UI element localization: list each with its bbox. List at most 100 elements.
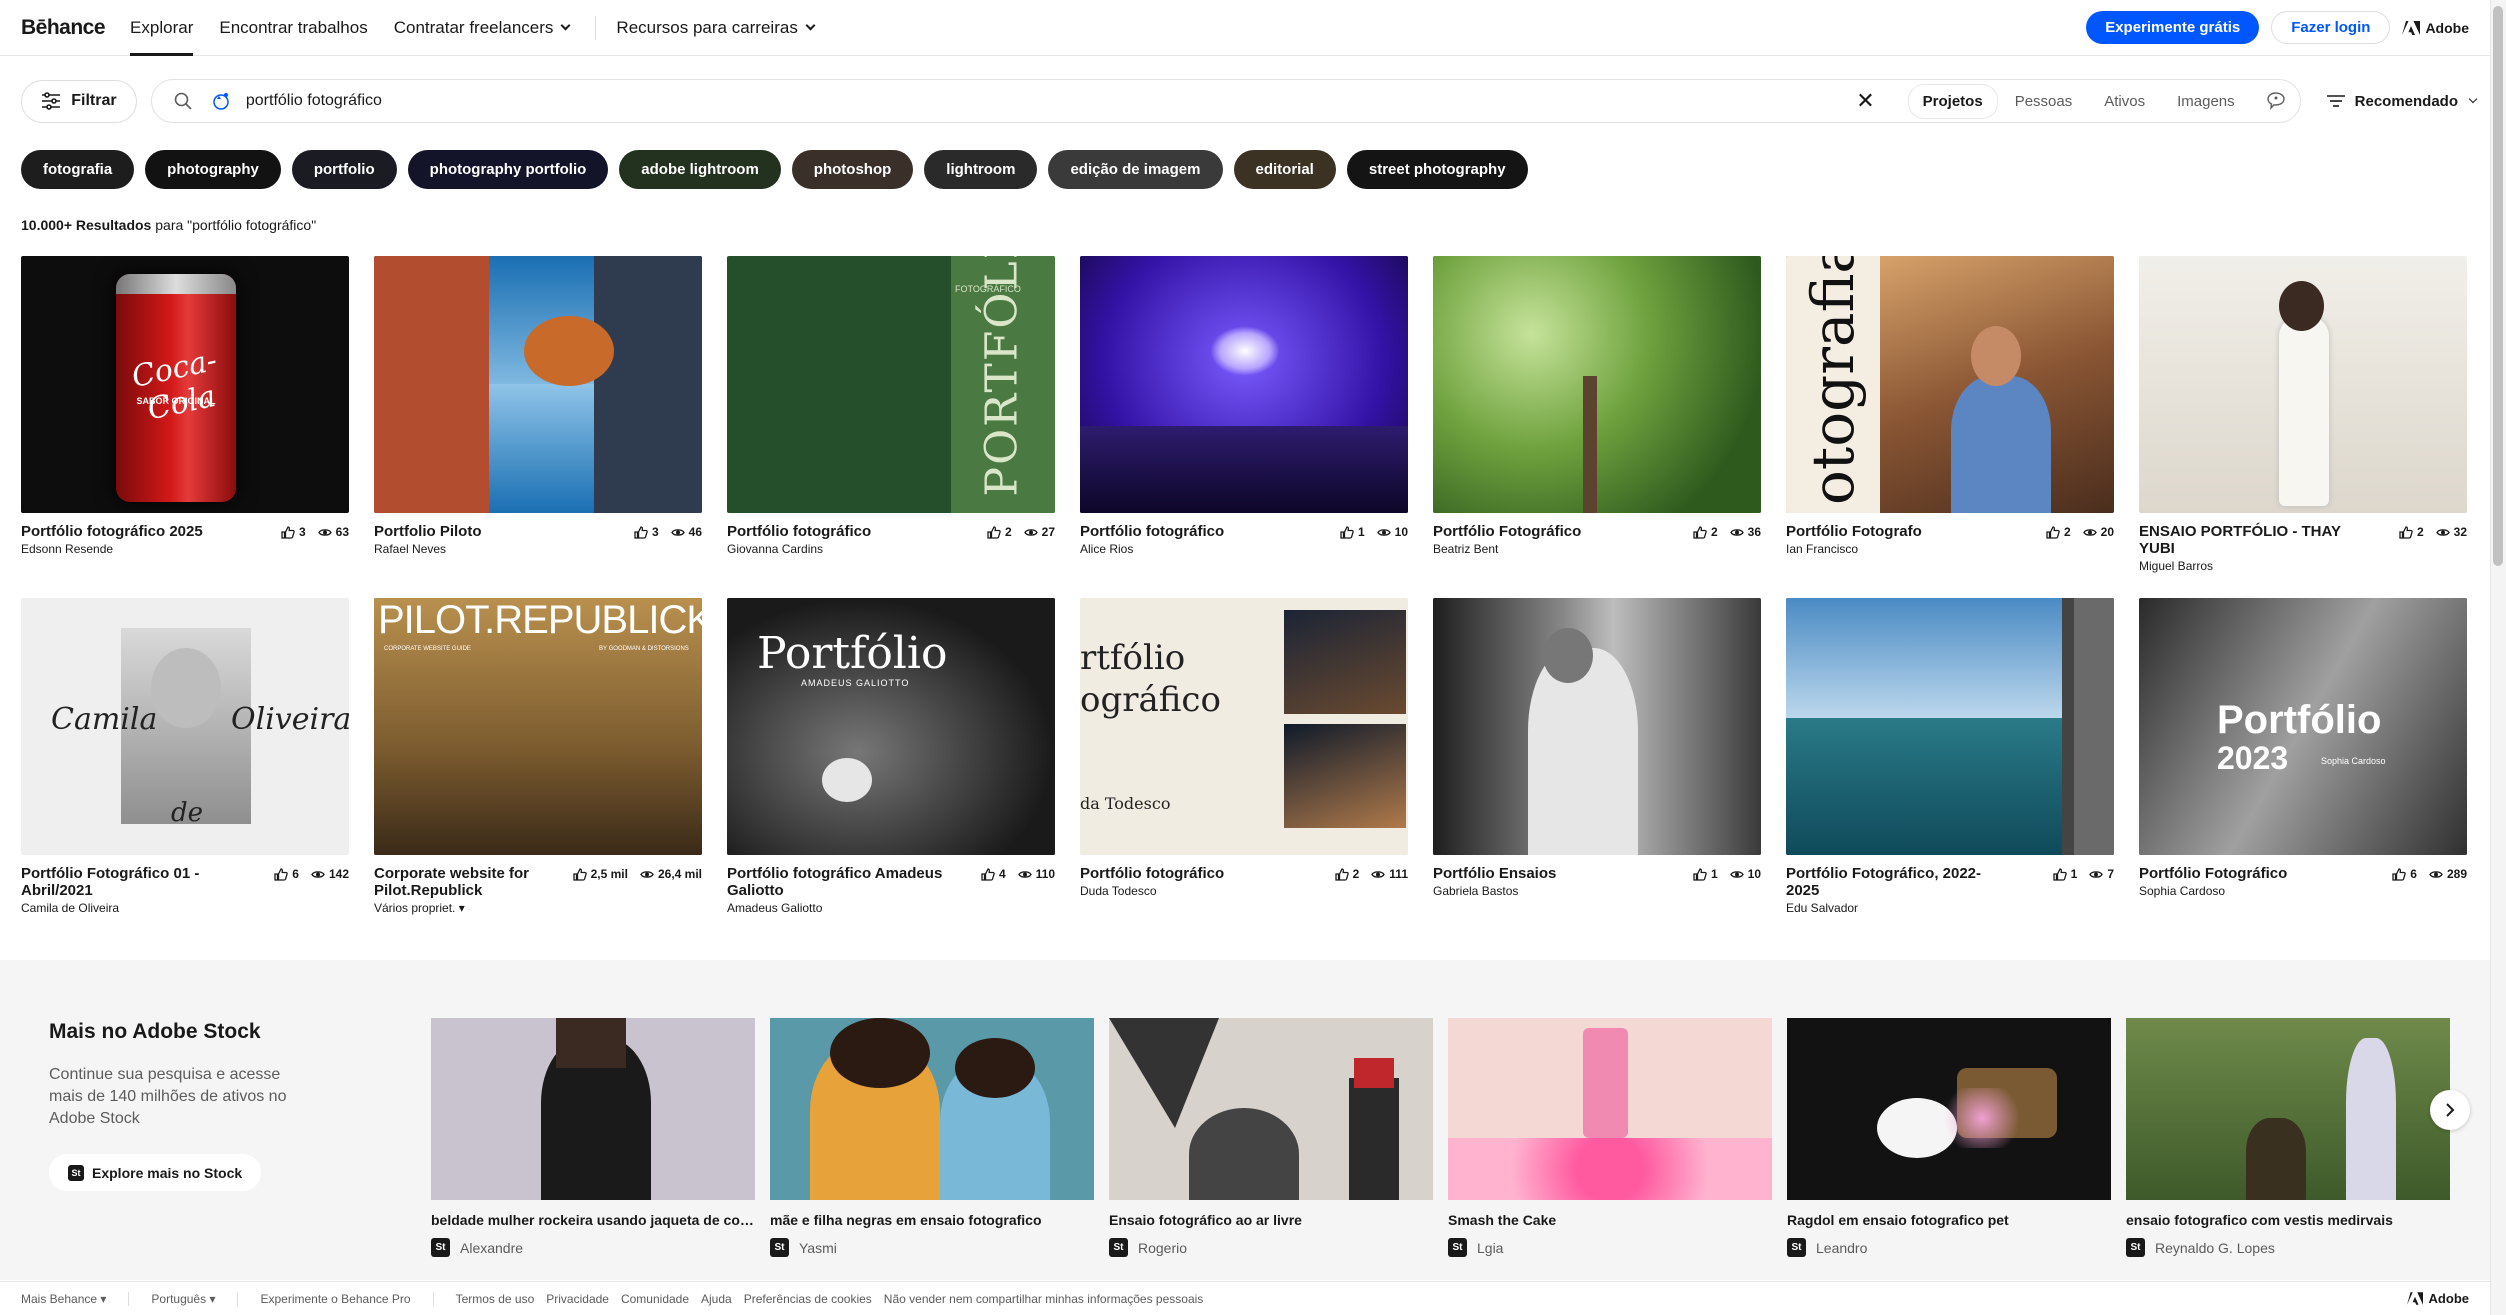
footer-adobe[interactable]: Adobe bbox=[2406, 1291, 2469, 1306]
project-title[interactable]: Portfólio fotográfico 2025 bbox=[21, 523, 203, 540]
stock-thumbnail[interactable] bbox=[1787, 1018, 2111, 1200]
stock-item-author[interactable]: St Alexandre bbox=[431, 1238, 755, 1257]
project-title[interactable]: Portfólio Fotográfico bbox=[1433, 523, 1581, 540]
project-title[interactable]: Portfólio Fotográfico bbox=[2139, 865, 2287, 882]
stock-item-author[interactable]: St Leandro bbox=[1787, 1238, 2111, 1257]
project-thumbnail[interactable]: PORTFÓLIO FOTOGRÁFICO bbox=[727, 256, 1055, 513]
footer-ajuda[interactable]: Ajuda bbox=[701, 1292, 732, 1306]
stock-item[interactable]: Ragdol em ensaio fotografico pet St Leand… bbox=[1787, 1018, 2111, 1257]
stock-item[interactable]: mãe e filha negras em ensaio fotografico… bbox=[770, 1018, 1094, 1257]
login-button[interactable]: Fazer login bbox=[2271, 11, 2391, 44]
project-thumbnail[interactable]: Portfólio AMADEUS GALIOTTO bbox=[727, 598, 1055, 855]
tag-chip[interactable]: adobe lightroom bbox=[619, 150, 781, 189]
project-author[interactable]: Edu Salvador bbox=[1786, 901, 2011, 915]
tag-chip[interactable]: editorial bbox=[1233, 150, 1336, 189]
stock-item-author[interactable]: St Rogerio bbox=[1109, 1238, 1433, 1257]
tag-chip[interactable]: street photography bbox=[1346, 150, 1528, 189]
project-author[interactable]: Gabriela Bastos bbox=[1433, 884, 1556, 898]
project-title[interactable]: Portfólio fotográfico Amadeus Galiotto bbox=[727, 865, 952, 899]
filter-button[interactable]: Filtrar bbox=[21, 79, 137, 123]
project-thumbnail[interactable]: rtfólio ográfico da Todesco bbox=[1080, 598, 1408, 855]
project-title[interactable]: ENSAIO PORTFÓLIO - THAY YUBI bbox=[2139, 523, 2364, 557]
project-author[interactable]: Rafael Neves bbox=[374, 542, 481, 556]
stock-item[interactable]: Smash the Cake St Lgia bbox=[1448, 1018, 1772, 1257]
project-thumbnail[interactable] bbox=[2139, 256, 2467, 513]
ai-search-icon[interactable] bbox=[210, 90, 232, 112]
project-card[interactable]: otografia Portfólio Fotografo Ian Franci… bbox=[1786, 256, 2114, 598]
footer-privacidade[interactable]: Privacidade bbox=[546, 1292, 609, 1306]
tag-chip[interactable]: fotografia bbox=[21, 150, 135, 189]
project-author[interactable]: Alice Rios bbox=[1080, 542, 1224, 556]
stock-item-title[interactable]: Ragdol em ensaio fotografico pet bbox=[1787, 1212, 2111, 1228]
project-card[interactable]: Portfólio 2023 Sophia Cardoso Portfólio … bbox=[2139, 598, 2467, 940]
try-free-button[interactable]: Experimente grátis bbox=[2086, 11, 2260, 44]
project-thumbnail[interactable] bbox=[1433, 598, 1761, 855]
project-thumbnail[interactable]: otografia bbox=[1786, 256, 2114, 513]
tab-pessoas[interactable]: Pessoas bbox=[2001, 85, 2087, 118]
explore-stock-button[interactable]: St Explore mais no Stock bbox=[49, 1154, 262, 1191]
chat-bubble-icon[interactable] bbox=[2265, 90, 2287, 112]
stock-item[interactable]: ensaio fotografico com vestis medirvais … bbox=[2126, 1018, 2450, 1257]
stock-item-title[interactable]: beldade mulher rockeira usando jaqueta d… bbox=[431, 1212, 755, 1228]
project-card[interactable]: Portfolio Piloto Rafael Neves 3 46 bbox=[374, 256, 702, 598]
project-author[interactable]: Sophia Cardoso bbox=[2139, 884, 2287, 898]
project-author[interactable]: Camila de Oliveira bbox=[21, 901, 246, 915]
stock-item-title[interactable]: Smash the Cake bbox=[1448, 1212, 1772, 1228]
footer-behance-pro[interactable]: Experimente o Behance Pro bbox=[260, 1292, 410, 1306]
project-title[interactable]: Portfolio Piloto bbox=[374, 523, 481, 540]
clear-search-icon[interactable]: ✕ bbox=[1856, 88, 1874, 114]
tag-chip[interactable]: lightroom bbox=[924, 150, 1038, 189]
stock-item[interactable]: beldade mulher rockeira usando jaqueta d… bbox=[431, 1018, 755, 1257]
project-thumbnail[interactable] bbox=[374, 256, 702, 513]
project-thumbnail[interactable] bbox=[1786, 598, 2114, 855]
behance-logo[interactable]: Bēhance bbox=[21, 16, 106, 40]
search-box[interactable]: portfólio fotográfico ✕ Projetos Pessoas… bbox=[150, 79, 2301, 123]
nav-contratar-freelancers[interactable]: Contratar freelancers bbox=[394, 0, 571, 56]
carousel-next-button[interactable] bbox=[2430, 1090, 2470, 1130]
project-author[interactable]: Miguel Barros bbox=[2139, 559, 2364, 573]
project-thumbnail[interactable]: Camila Oliveira de bbox=[21, 598, 349, 855]
project-author[interactable]: Edsonn Resende bbox=[21, 542, 203, 556]
nav-explorar[interactable]: Explorar bbox=[130, 0, 194, 56]
project-thumbnail[interactable]: PILOT.REPUBLICK CORPORATE WEBSITE GUIDE … bbox=[374, 598, 702, 855]
search-input[interactable]: portfólio fotográfico bbox=[246, 92, 1856, 110]
tab-imagens[interactable]: Imagens bbox=[2163, 85, 2249, 118]
project-author[interactable]: Beatriz Bent bbox=[1433, 542, 1581, 556]
project-title[interactable]: Portfólio Fotográfico, 2022-2025 bbox=[1786, 865, 2011, 899]
footer-termos[interactable]: Termos de uso bbox=[456, 1292, 535, 1306]
project-author[interactable]: Duda Todesco bbox=[1080, 884, 1224, 898]
project-title[interactable]: Portfólio fotográfico bbox=[1080, 865, 1224, 882]
tag-chip[interactable]: photography bbox=[145, 150, 281, 189]
project-title[interactable]: Portfólio Ensaios bbox=[1433, 865, 1556, 882]
tag-chip[interactable]: portfolio bbox=[291, 150, 397, 189]
stock-item-title[interactable]: mãe e filha negras em ensaio fotografico bbox=[770, 1212, 1094, 1228]
project-card[interactable]: PORTFÓLIO FOTOGRÁFICO Portfólio fotográf… bbox=[727, 256, 1055, 598]
tag-chip[interactable]: photoshop bbox=[791, 150, 914, 189]
tag-chip[interactable]: photography portfolio bbox=[407, 150, 609, 189]
footer-mais-behance[interactable]: Mais Behance ▾ bbox=[21, 1292, 106, 1306]
project-card[interactable]: Camila Oliveira de Portfólio Fotográfico… bbox=[21, 598, 349, 940]
project-card[interactable]: Coca-Cola SABOR ORIGINAL Portfólio fotog… bbox=[21, 256, 349, 598]
project-author[interactable]: Giovanna Cardins bbox=[727, 542, 871, 556]
stock-item-title[interactable]: ensaio fotografico com vestis medirvais bbox=[2126, 1212, 2450, 1228]
footer-cookies[interactable]: Preferências de cookies bbox=[744, 1292, 872, 1306]
stock-item-author[interactable]: St Yasmi bbox=[770, 1238, 1094, 1257]
tab-projetos[interactable]: Projetos bbox=[1908, 84, 1997, 118]
project-card[interactable]: rtfólio ográfico da Todesco Portfólio fo… bbox=[1080, 598, 1408, 940]
nav-encontrar-trabalhos[interactable]: Encontrar trabalhos bbox=[219, 0, 367, 56]
adobe-link[interactable]: Adobe bbox=[2402, 20, 2469, 36]
stock-thumbnail[interactable] bbox=[1448, 1018, 1772, 1200]
project-title[interactable]: Portfólio fotográfico bbox=[1080, 523, 1224, 540]
footer-comunidade[interactable]: Comunidade bbox=[621, 1292, 689, 1306]
footer-nao-vender[interactable]: Não vender nem compartilhar minhas infor… bbox=[884, 1292, 1203, 1306]
project-card[interactable]: Portfólio Ensaios Gabriela Bastos 1 10 bbox=[1433, 598, 1761, 940]
scrollbar-thumb[interactable] bbox=[2493, 6, 2503, 566]
project-author[interactable]: Vários propriet. ▾ bbox=[374, 901, 573, 915]
stock-item[interactable]: Ensaio fotográfico ao ar livre St Rogerio bbox=[1109, 1018, 1433, 1257]
project-title[interactable]: Portfólio Fotografo bbox=[1786, 523, 1922, 540]
project-card[interactable]: ENSAIO PORTFÓLIO - THAY YUBI Miguel Barr… bbox=[2139, 256, 2467, 598]
project-author[interactable]: Amadeus Galiotto bbox=[727, 901, 952, 915]
nav-recursos-carreiras[interactable]: Recursos para carreiras bbox=[616, 0, 816, 56]
tab-ativos[interactable]: Ativos bbox=[2090, 85, 2159, 118]
project-card[interactable]: PILOT.REPUBLICK CORPORATE WEBSITE GUIDE … bbox=[374, 598, 702, 940]
